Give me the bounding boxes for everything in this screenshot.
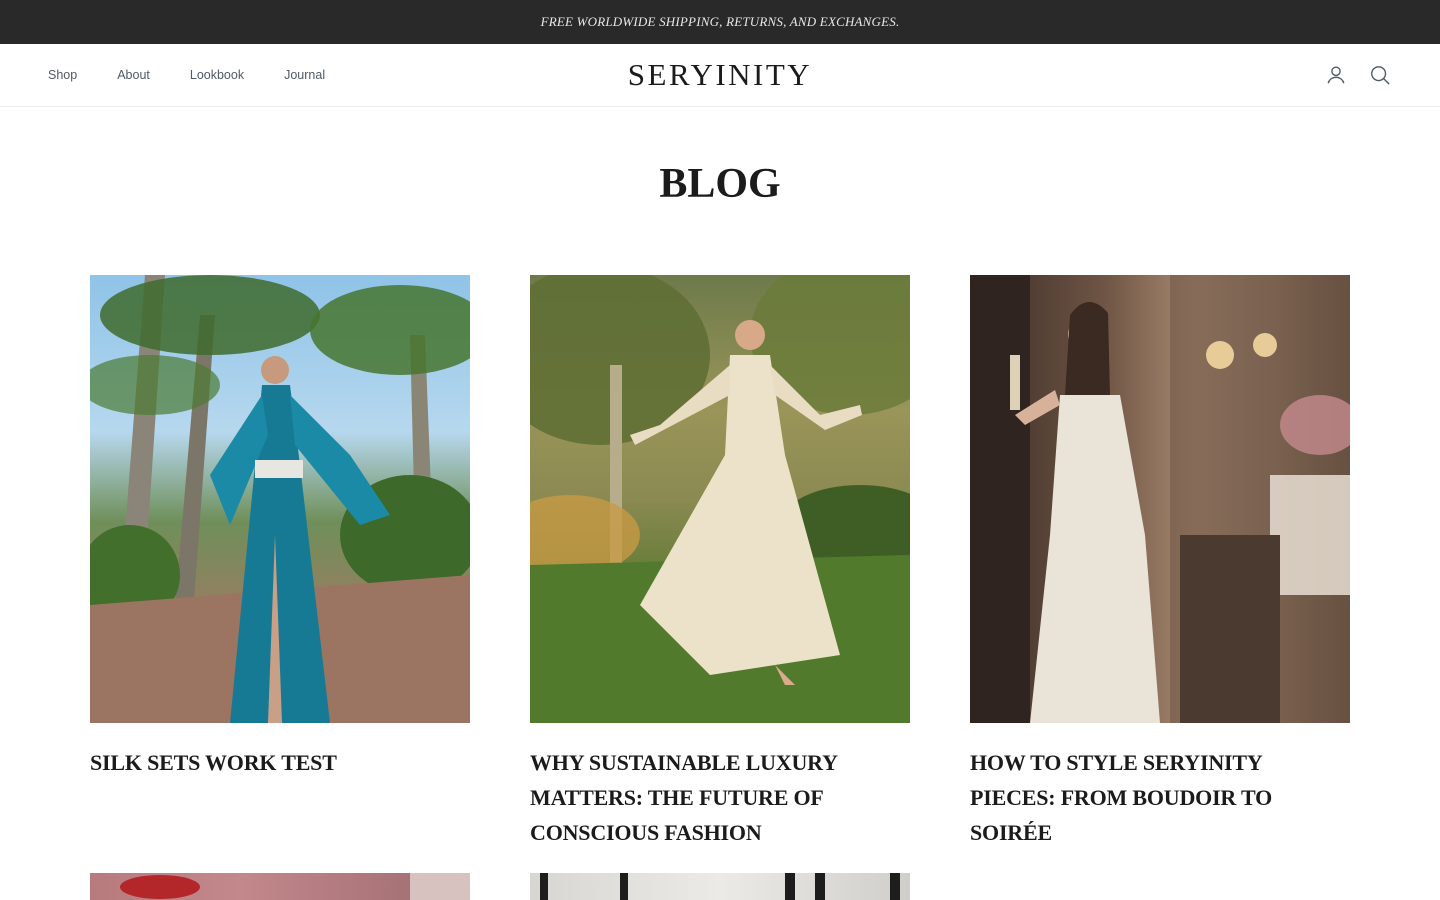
post-image[interactable]: [90, 275, 470, 723]
nav-link-journal[interactable]: Journal: [284, 68, 325, 82]
post-image[interactable]: [970, 275, 1350, 723]
post-image[interactable]: [530, 275, 910, 723]
page-title: BLOG: [659, 161, 781, 207]
announcement-bar: FREE WORLDWIDE SHIPPING, RETURNS, AND EX…: [0, 0, 1440, 44]
blog-post-card[interactable]: HOW TO STYLE SERYINITY PIECES: FROM BOUD…: [970, 275, 1350, 850]
main-nav: Shop About Lookbook Journal: [48, 44, 365, 106]
post-image[interactable]: [90, 873, 470, 900]
nav-link-about[interactable]: About: [117, 68, 150, 82]
post-title[interactable]: WHY SUSTAINABLE LUXURY MATTERS: THE FUTU…: [530, 745, 910, 850]
blog-post-card[interactable]: WHY SUSTAINABLE LUXURY MATTERS: THE FUTU…: [530, 275, 910, 850]
blog-post-card[interactable]: [530, 873, 910, 900]
account-icon[interactable]: [1324, 63, 1348, 87]
search-icon[interactable]: [1368, 63, 1392, 87]
header-actions: [1304, 44, 1392, 106]
nav-link-lookbook[interactable]: Lookbook: [190, 68, 244, 82]
announcement-text: FREE WORLDWIDE SHIPPING, RETURNS, AND EX…: [540, 14, 900, 29]
post-title[interactable]: HOW TO STYLE SERYINITY PIECES: FROM BOUD…: [970, 745, 1350, 850]
site-logo[interactable]: SERYINITY: [628, 57, 812, 93]
post-title[interactable]: SILK SETS WORK TEST: [90, 745, 470, 780]
post-image[interactable]: [530, 873, 910, 900]
nav-link-shop[interactable]: Shop: [48, 68, 77, 82]
blog-post-card[interactable]: SILK SETS WORK TEST: [90, 275, 470, 780]
blog-post-card[interactable]: [90, 873, 470, 900]
site-header: Shop About Lookbook Journal SERYINITY: [0, 44, 1440, 107]
